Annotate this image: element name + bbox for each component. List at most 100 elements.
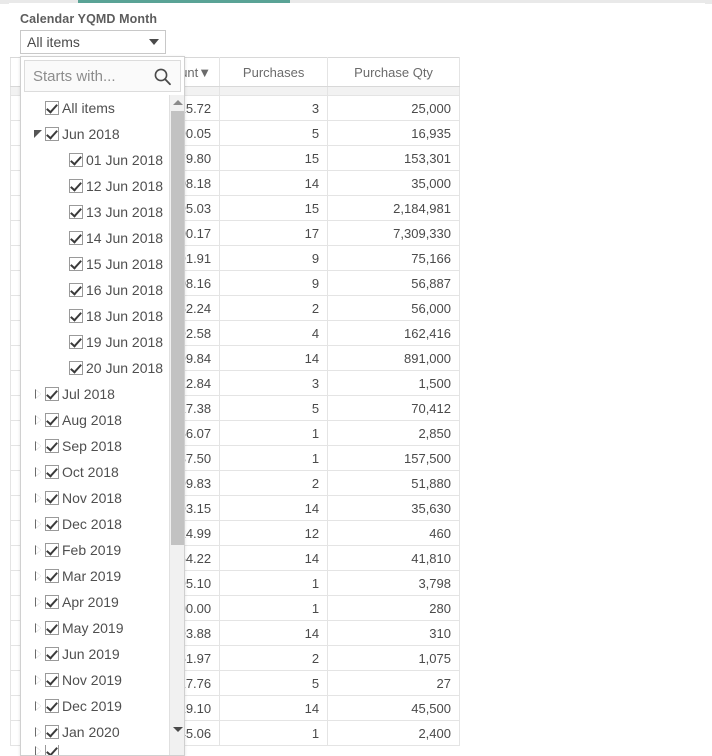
- checkbox-icon[interactable]: [45, 413, 59, 427]
- filter-option-label: Jun 2019: [62, 646, 120, 662]
- filter-option[interactable]: Sep 2018: [21, 433, 168, 459]
- scroll-down-arrow-icon[interactable]: [170, 722, 184, 737]
- cell-qty: 35,000: [327, 170, 460, 196]
- filter-cell-purchases[interactable]: [219, 86, 329, 96]
- filter-option[interactable]: 18 Jun 2018: [21, 303, 168, 329]
- filter-option[interactable]: 12 Jun 2018: [21, 173, 168, 199]
- triangle-right-icon[interactable]: [31, 597, 45, 607]
- checkbox-icon[interactable]: [45, 127, 59, 141]
- filter-option-label: 13 Jun 2018: [86, 204, 164, 220]
- triangle-right-icon[interactable]: [31, 467, 45, 477]
- dropdown-scrollbar[interactable]: [169, 95, 184, 755]
- triangle-right-icon[interactable]: [31, 493, 45, 503]
- checkbox-icon[interactable]: [45, 595, 59, 609]
- filter-option-label: All items: [62, 100, 115, 116]
- filter-option[interactable]: 13 Jun 2018: [21, 199, 168, 225]
- checkbox-icon[interactable]: [69, 179, 83, 193]
- filter-combobox[interactable]: All items: [20, 30, 166, 54]
- checkbox-icon[interactable]: [45, 725, 59, 739]
- triangle-right-icon[interactable]: [31, 727, 45, 737]
- filter-option-label: 14 Jun 2018: [86, 230, 164, 246]
- checkbox-icon[interactable]: [45, 387, 59, 401]
- filter-option[interactable]: 15 Jun 2018: [21, 251, 168, 277]
- checkbox-icon[interactable]: [45, 673, 59, 687]
- scrollbar-thumb[interactable]: [171, 111, 184, 545]
- filter-option[interactable]: Jan 2020: [21, 719, 168, 745]
- filter-option[interactable]: Feb 2019: [21, 537, 168, 563]
- checkbox-icon[interactable]: [69, 361, 83, 375]
- filter-label: Calendar YQMD Month: [20, 12, 158, 26]
- filter-cell-qty[interactable]: [327, 86, 460, 96]
- checkbox-icon[interactable]: [45, 647, 59, 661]
- filter-option-partial[interactable]: [21, 745, 168, 755]
- filter-option[interactable]: Mar 2019: [21, 563, 168, 589]
- triangle-right-icon[interactable]: [31, 675, 45, 685]
- filter-option[interactable]: Dec 2018: [21, 511, 168, 537]
- checkbox-icon[interactable]: [69, 153, 83, 167]
- triangle-right-icon[interactable]: [31, 441, 45, 451]
- filter-option[interactable]: Jun 2018: [21, 121, 168, 147]
- filter-option[interactable]: Nov 2018: [21, 485, 168, 511]
- checkbox-icon[interactable]: [69, 231, 83, 245]
- cell-qty: 460: [327, 520, 460, 546]
- cell-qty: 2,184,981: [327, 195, 460, 221]
- triangle-right-icon[interactable]: [31, 623, 45, 633]
- checkbox-icon[interactable]: [45, 491, 59, 505]
- triangle-right-icon[interactable]: [31, 415, 45, 425]
- filter-option[interactable]: May 2019: [21, 615, 168, 641]
- cell-purch: 5: [219, 120, 329, 146]
- filter-option[interactable]: Oct 2018: [21, 459, 168, 485]
- filter-search-box[interactable]: Starts with...: [24, 60, 181, 92]
- triangle-right-icon[interactable]: [31, 746, 45, 755]
- checkbox-icon[interactable]: [45, 101, 59, 115]
- checkbox-icon[interactable]: [45, 745, 59, 755]
- checkbox-icon[interactable]: [45, 699, 59, 713]
- filter-option[interactable]: Aug 2018: [21, 407, 168, 433]
- search-icon[interactable]: [153, 67, 172, 86]
- filter-option[interactable]: 20 Jun 2018: [21, 355, 168, 381]
- filter-option[interactable]: 14 Jun 2018: [21, 225, 168, 251]
- filter-option-label: Nov 2018: [62, 490, 122, 506]
- triangle-right-icon[interactable]: [31, 701, 45, 711]
- scroll-up-arrow-icon[interactable]: [170, 95, 184, 110]
- filter-option[interactable]: 01 Jun 2018: [21, 147, 168, 173]
- triangle-right-icon[interactable]: [31, 571, 45, 581]
- triangle-right-icon[interactable]: [31, 649, 45, 659]
- triangle-right-icon[interactable]: [31, 519, 45, 529]
- checkbox-icon[interactable]: [45, 569, 59, 583]
- triangle-right-icon[interactable]: [31, 389, 45, 399]
- filter-option-label: Mar 2019: [62, 568, 122, 584]
- checkbox-icon[interactable]: [45, 621, 59, 635]
- checkbox-icon[interactable]: [69, 205, 83, 219]
- checkbox-icon[interactable]: [69, 283, 83, 297]
- triangle-right-icon[interactable]: [31, 545, 45, 555]
- cell-qty: 70,412: [327, 395, 460, 421]
- column-header-purchases[interactable]: Purchases: [219, 57, 329, 87]
- filter-option[interactable]: 19 Jun 2018: [21, 329, 168, 355]
- filter-option[interactable]: Apr 2019: [21, 589, 168, 615]
- checkbox-icon[interactable]: [69, 309, 83, 323]
- checkbox-icon[interactable]: [69, 257, 83, 271]
- search-input-placeholder[interactable]: Starts with...: [33, 68, 153, 85]
- cell-qty: 7,309,330: [327, 220, 460, 246]
- checkbox-icon[interactable]: [45, 465, 59, 479]
- cell-purch: 1: [219, 595, 329, 621]
- filter-option[interactable]: All items: [21, 95, 168, 121]
- cell-purch: 12: [219, 520, 329, 546]
- calendar-month-filter: Calendar YQMD Month All items: [20, 12, 186, 54]
- checkbox-icon[interactable]: [69, 335, 83, 349]
- filter-option[interactable]: Jun 2019: [21, 641, 168, 667]
- filter-option-label: Jan 2020: [62, 724, 120, 740]
- filter-option[interactable]: Jul 2018: [21, 381, 168, 407]
- filter-options-list[interactable]: All items Jun 2018 01 Jun 2018 12 Jun 2018 1…: [21, 95, 168, 755]
- column-header-purchase-qty[interactable]: Purchase Qty: [327, 57, 460, 87]
- cell-purch: 2: [219, 295, 329, 321]
- checkbox-icon[interactable]: [45, 517, 59, 531]
- checkbox-icon[interactable]: [45, 439, 59, 453]
- cell-qty: 1,075: [327, 645, 460, 671]
- filter-option[interactable]: Dec 2019: [21, 693, 168, 719]
- filter-option[interactable]: 16 Jun 2018: [21, 277, 168, 303]
- triangle-down-icon[interactable]: [31, 130, 45, 138]
- filter-option[interactable]: Nov 2019: [21, 667, 168, 693]
- checkbox-icon[interactable]: [45, 543, 59, 557]
